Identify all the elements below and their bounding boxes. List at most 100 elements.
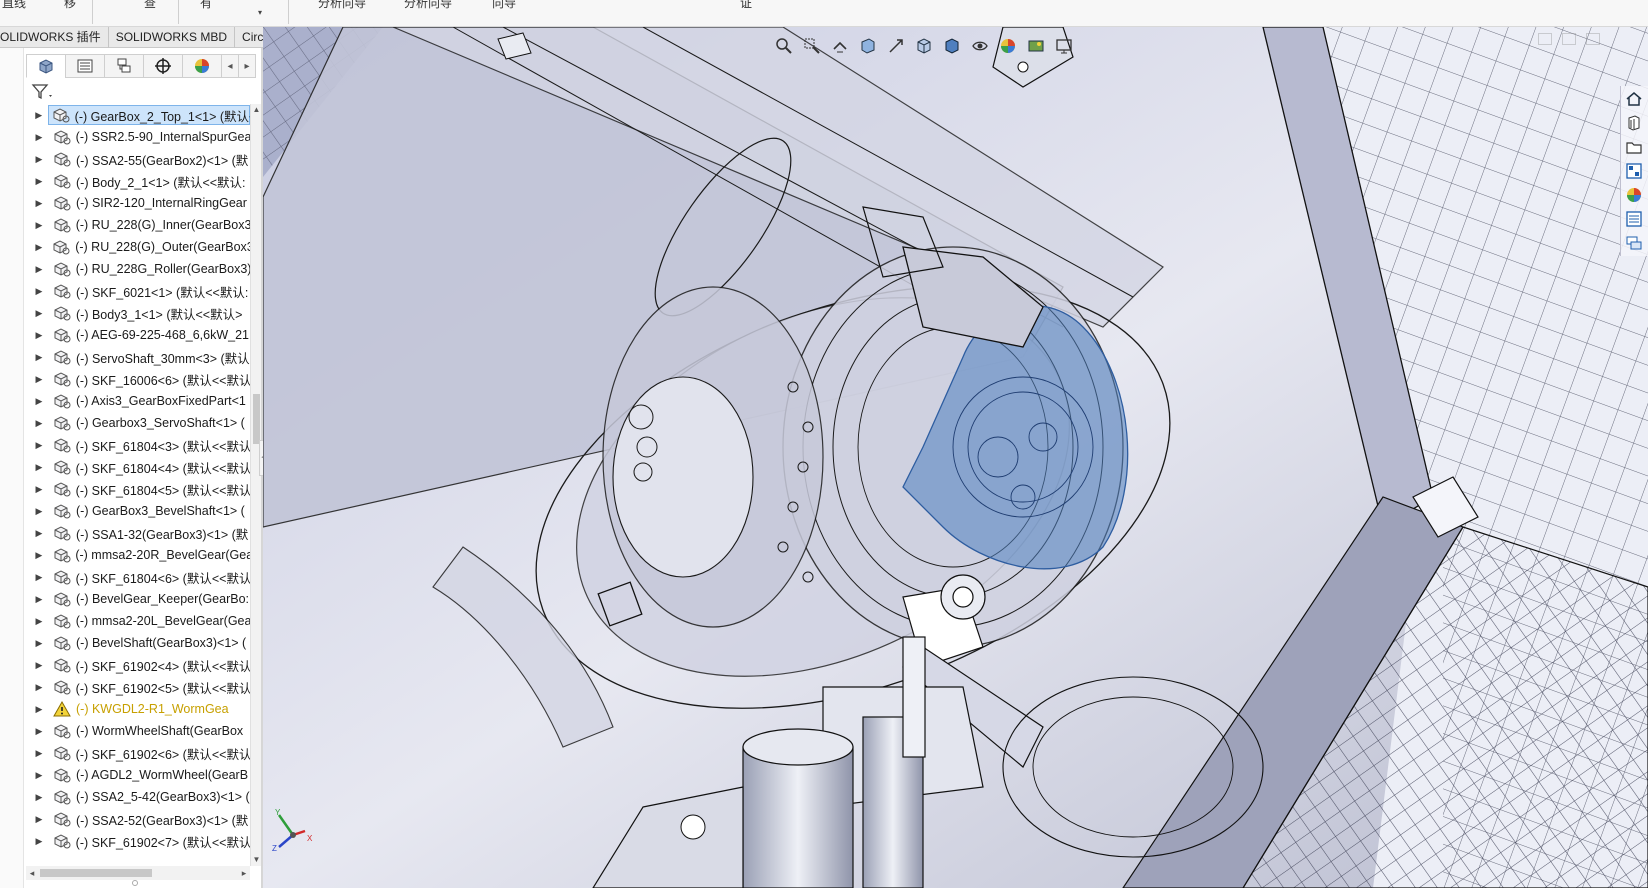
expand-arrow-icon[interactable]: ▶ [31, 594, 47, 605]
tree-item[interactable]: ▶ (-) SKF_61902<4> (默认<<默认 [26, 654, 250, 676]
tree-item[interactable]: ▶ (-) KWGDL2-R1_WormGea [26, 698, 250, 720]
expand-arrow-icon[interactable]: ▶ [31, 616, 47, 627]
expand-arrow-icon[interactable]: ▶ [31, 550, 47, 561]
expand-arrow-icon[interactable]: ▶ [31, 506, 47, 517]
ribbon-label[interactable]: 移 [64, 0, 76, 11]
expand-arrow-icon[interactable]: ▶ [31, 242, 47, 253]
expand-arrow-icon[interactable]: ▶ [31, 154, 47, 165]
tree-item[interactable]: ▶ (-) ServoShaft_30mm<3> (默认 [26, 346, 250, 368]
expand-arrow-icon[interactable]: ▶ [31, 814, 47, 825]
tree-item[interactable]: ▶ (-) SKF_61804<5> (默认<<默认 [26, 478, 250, 500]
custom-properties-icon[interactable] [1621, 208, 1647, 230]
minimize-icon[interactable] [1538, 33, 1552, 45]
assembly-model-render[interactable] [263, 27, 1648, 888]
file-explorer-icon[interactable] [1621, 136, 1647, 158]
ribbon-label[interactable]: 向导 [492, 0, 516, 11]
tab-solidworks-mbd[interactable]: SOLIDWORKS MBD [109, 27, 236, 48]
expand-arrow-icon[interactable]: ▶ [31, 176, 47, 187]
display-manager-tab[interactable] [182, 54, 222, 78]
feature-manager-tree-tab[interactable] [26, 54, 66, 78]
tree-item[interactable]: ▶ (-) Gearbox3_ServoShaft<1> ( [26, 412, 250, 434]
tabs-scroll-right[interactable]: ▸ [238, 54, 256, 78]
expand-arrow-icon[interactable]: ▶ [31, 286, 47, 297]
tree-item[interactable]: ▶ (-) AEG-69-225-468_6,6kW_21 [26, 324, 250, 346]
expand-arrow-icon[interactable]: ▶ [31, 638, 47, 649]
expand-arrow-icon[interactable]: ▶ [31, 770, 47, 781]
zoom-to-fit-icon[interactable] [773, 35, 795, 57]
resize-grip-icon[interactable] [132, 880, 138, 886]
tab-solidworks-addins[interactable]: SOLIDWORKS 插件 [0, 27, 109, 48]
expand-arrow-icon[interactable]: ▶ [31, 352, 47, 363]
property-manager-tab[interactable] [65, 54, 105, 78]
ribbon-label[interactable]: 证 [740, 0, 752, 11]
ribbon-label[interactable]: 分析向导 [404, 0, 452, 11]
tree-item[interactable]: ▶ (-) Body_2_1<1> (默认<<默认: [26, 170, 250, 192]
scroll-thumb[interactable] [253, 394, 260, 444]
dimxpert-manager-tab[interactable] [143, 54, 183, 78]
expand-arrow-icon[interactable]: ▶ [31, 572, 47, 583]
view-palette-icon[interactable] [1621, 160, 1647, 182]
tree-item[interactable]: ▶ (-) Axis3_GearBoxFixedPart<1 [26, 390, 250, 412]
expand-arrow-icon[interactable]: ▶ [31, 440, 47, 451]
expand-arrow-icon[interactable]: ▶ [31, 396, 47, 407]
scroll-right-arrow[interactable]: ▸ [238, 866, 250, 880]
tabs-scroll-left[interactable]: ◂ [221, 54, 239, 78]
ribbon-label[interactable]: 查 [144, 0, 156, 11]
edit-appearance-icon[interactable] [997, 35, 1019, 57]
tree-item[interactable]: ▶ (-) SKF_61804<3> (默认<<默认 [26, 434, 250, 456]
section-view-icon[interactable] [857, 35, 879, 57]
ribbon-label[interactable]: 分析向导 [318, 0, 366, 11]
configuration-manager-tab[interactable] [104, 54, 144, 78]
ribbon-label[interactable]: 有 [200, 0, 212, 11]
tree-horizontal-scrollbar[interactable]: ◂ ▸ [26, 866, 250, 880]
tree-item[interactable]: ▶ (-) SKF_6021<1> (默认<<默认: [26, 280, 250, 302]
expand-arrow-icon[interactable]: ▶ [31, 220, 47, 231]
tree-item[interactable]: ▶ (-) SSA2_5-42(GearBox3)<1> ( [26, 786, 250, 808]
hide-show-items-icon[interactable] [969, 35, 991, 57]
tree-item[interactable]: ▶ (-) SKF_61804<4> (默认<<默认 [26, 456, 250, 478]
previous-view-icon[interactable] [829, 35, 851, 57]
expand-arrow-icon[interactable]: ▶ [31, 264, 47, 275]
close-icon[interactable] [1586, 33, 1600, 45]
tree-item[interactable]: ▶ (-) GearBox_2_Top_1<1> (默认< [26, 104, 250, 126]
expand-arrow-icon[interactable]: ▶ [31, 418, 47, 429]
tree-item[interactable]: ▶ (-) AGDL2_WormWheel(GearB [26, 764, 250, 786]
expand-arrow-icon[interactable]: ▶ [31, 132, 47, 143]
ribbon-label[interactable]: 直线 [2, 0, 26, 11]
tree-item[interactable]: ▶ (-) Body3_1<1> (默认<<默认> [26, 302, 250, 324]
tree-item[interactable]: ▶ (-) mmsa2-20L_BevelGear(Gea [26, 610, 250, 632]
forum-icon[interactable] [1621, 232, 1647, 254]
expand-arrow-icon[interactable]: ▶ [31, 110, 46, 121]
view-settings-icon[interactable] [1053, 35, 1075, 57]
tree-item[interactable]: ▶ (-) mmsa2-20R_BevelGear(Gea [26, 544, 250, 566]
tree-item[interactable]: ▶ (-) BevelShaft(GearBox3)<1> ( [26, 632, 250, 654]
expand-arrow-icon[interactable]: ▶ [31, 704, 47, 715]
expand-arrow-icon[interactable]: ▶ [31, 198, 47, 209]
tree-item[interactable]: ▶ (-) SKF_61902<7> (默认<<默认 [26, 830, 250, 852]
expand-arrow-icon[interactable]: ▶ [31, 792, 47, 803]
expand-arrow-icon[interactable]: ▶ [31, 462, 47, 473]
tree-item[interactable]: ▶ (-) RU_228G_Roller(GearBox3) [26, 258, 250, 280]
dropdown-arrow-icon[interactable]: ▾ [258, 8, 262, 17]
expand-arrow-icon[interactable]: ▶ [31, 726, 47, 737]
tree-item[interactable]: ▶ (-) SSA2-55(GearBox2)<1> (默 [26, 148, 250, 170]
tree-item[interactable]: ▶ (-) SKF_61804<6> (默认<<默认 [26, 566, 250, 588]
expand-arrow-icon[interactable]: ▶ [31, 528, 47, 539]
tree-item[interactable]: ▶ (-) SSA1-32(GearBox3)<1> (默 [26, 522, 250, 544]
expand-arrow-icon[interactable]: ▶ [31, 308, 47, 319]
tree-item[interactable]: ▶ (-) SKF_61902<5> (默认<<默认 [26, 676, 250, 698]
zoom-to-area-icon[interactable] [801, 35, 823, 57]
tree-item[interactable]: ▶ (-) GearBox3_BevelShaft<1> ( [26, 500, 250, 522]
scroll-left-arrow[interactable]: ◂ [26, 866, 38, 880]
tree-item[interactable]: ▶ (-) SKF_61902<6> (默认<<默认 [26, 742, 250, 764]
expand-arrow-icon[interactable]: ▶ [31, 682, 47, 693]
tree-vertical-scrollbar[interactable]: ▲ ▼ [250, 104, 261, 866]
tree-item[interactable]: ▶ (-) SIR2-120_InternalRingGear [26, 192, 250, 214]
scroll-thumb[interactable] [40, 869, 152, 877]
tree-item[interactable]: ▶ (-) SSA2-52(GearBox3)<1> (默 [26, 808, 250, 830]
view-orientation-icon[interactable] [913, 35, 935, 57]
expand-arrow-icon[interactable]: ▶ [31, 374, 47, 385]
expand-arrow-icon[interactable]: ▶ [31, 660, 47, 671]
appearances-icon[interactable] [1621, 184, 1647, 206]
tree-item[interactable]: ▶ (-) RU_228(G)_Inner(GearBox3 [26, 214, 250, 236]
